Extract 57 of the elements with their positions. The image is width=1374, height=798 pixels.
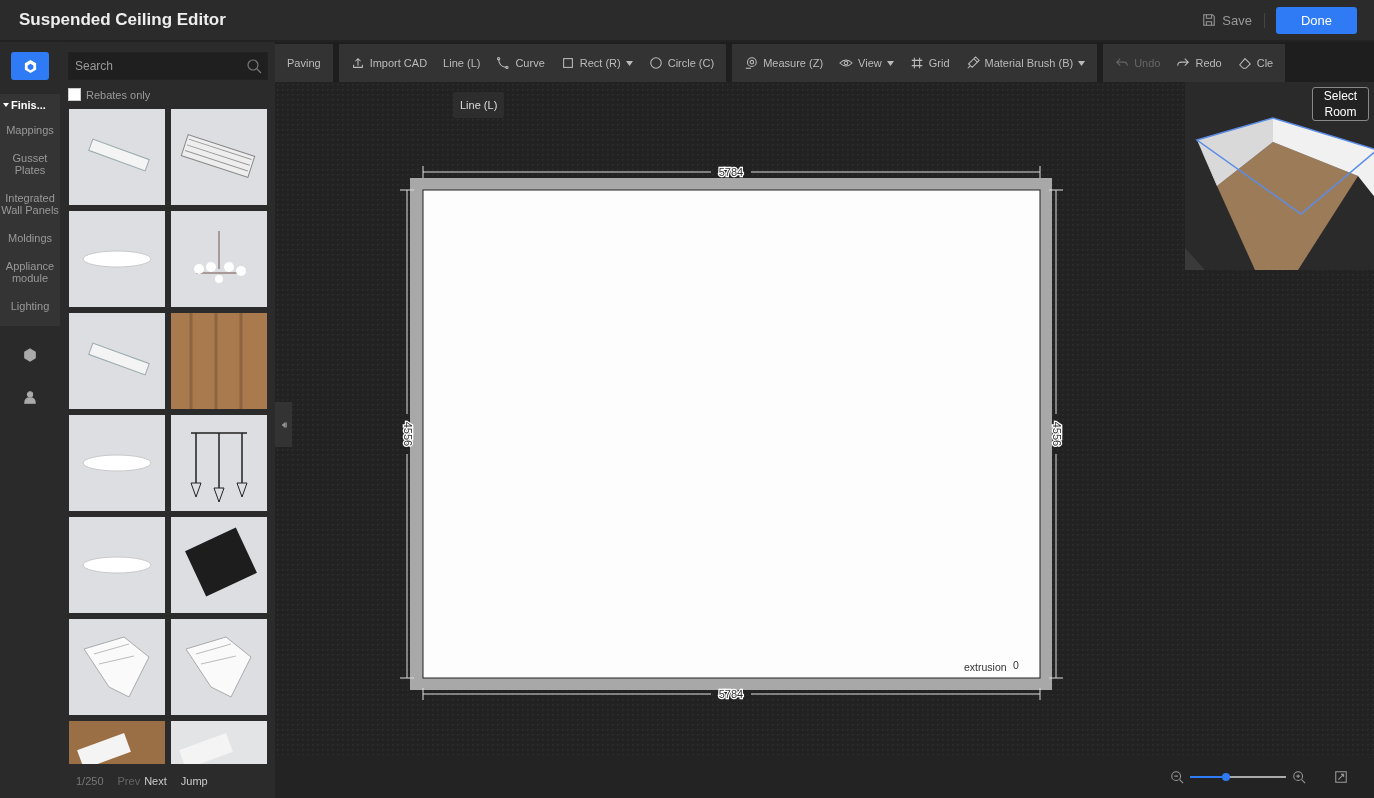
toolbar-button[interactable]: Material Brush (B)	[959, 52, 1092, 74]
toolbar-button[interactable]: Line (L)	[437, 53, 487, 73]
dimension-label: 5784	[718, 688, 744, 700]
category-item[interactable]: Gusset Plates	[0, 144, 60, 184]
user-icon	[23, 390, 37, 404]
jump-link[interactable]: Jump	[180, 775, 208, 788]
toolbar-button[interactable]: Curve	[490, 52, 551, 74]
select-room-button[interactable]: Select Room	[1312, 87, 1369, 121]
dimension-label: 4556	[1051, 421, 1064, 447]
cube-icon	[22, 58, 38, 74]
checkbox[interactable]	[68, 88, 81, 101]
zoom-in-icon	[1292, 769, 1306, 784]
zoom-slider-thumb[interactable]	[1222, 772, 1231, 781]
toolbar-button[interactable]: Grid	[903, 52, 956, 74]
fit-icon	[1334, 769, 1348, 784]
toolbar-button[interactable]: Measure (Z)	[738, 52, 830, 74]
grid-icon	[909, 56, 924, 70]
checkbox-label: Rebates only	[86, 88, 151, 101]
curve-icon	[496, 56, 511, 70]
search-icon	[246, 58, 262, 74]
toolbar-button[interactable]: View	[833, 52, 900, 74]
toolbar-button[interactable]: Redo	[1170, 52, 1228, 74]
dimension-label: 4556	[402, 421, 415, 447]
toolbar-button[interactable]: Rect (R)	[554, 52, 639, 74]
collapse-handle[interactable]	[275, 402, 292, 447]
eraser-icon	[1237, 56, 1252, 70]
extrusion-label: extrusion	[964, 661, 1007, 673]
square-icon	[560, 56, 575, 70]
window-title: Suspended Ceiling Editor	[19, 10, 227, 30]
upload-icon	[350, 56, 365, 70]
done-button[interactable]: Done	[1276, 6, 1357, 34]
next-link[interactable]: Next	[144, 775, 167, 788]
extrusion-value: 0	[1013, 659, 1019, 671]
zoom-slider[interactable]	[1190, 775, 1286, 778]
category-item[interactable]: Appliance module	[0, 252, 60, 292]
category-item[interactable]: Mappings	[0, 116, 60, 144]
hexagon-icon	[23, 348, 37, 362]
category-item[interactable]: Moldings	[0, 224, 60, 252]
catalog-tab[interactable]	[11, 52, 49, 80]
brush-icon	[965, 56, 980, 70]
eye-icon	[839, 56, 854, 70]
category-item[interactable]: Lighting	[0, 292, 60, 320]
circle-icon	[648, 56, 663, 70]
dimension-label: 5784	[718, 166, 744, 178]
category-item[interactable]: Integrated Wall Panels	[0, 184, 60, 224]
search-field[interactable]: Search	[68, 52, 268, 80]
save-icon	[1202, 13, 1217, 27]
measure-icon	[744, 56, 759, 70]
caret-icon	[3, 102, 9, 108]
toolbar-button[interactable]: Cle	[1231, 52, 1280, 74]
save-button[interactable]: Save	[1190, 12, 1265, 28]
tooltip: Line (L)	[453, 92, 505, 118]
zoom-out-icon	[1170, 769, 1184, 784]
page-count: 1/250	[76, 775, 104, 788]
category-header[interactable]: Finis...	[0, 94, 60, 116]
toolbar-button[interactable]: Import CAD	[344, 52, 434, 74]
toolbar-button[interactable]: Circle (C)	[642, 52, 721, 74]
